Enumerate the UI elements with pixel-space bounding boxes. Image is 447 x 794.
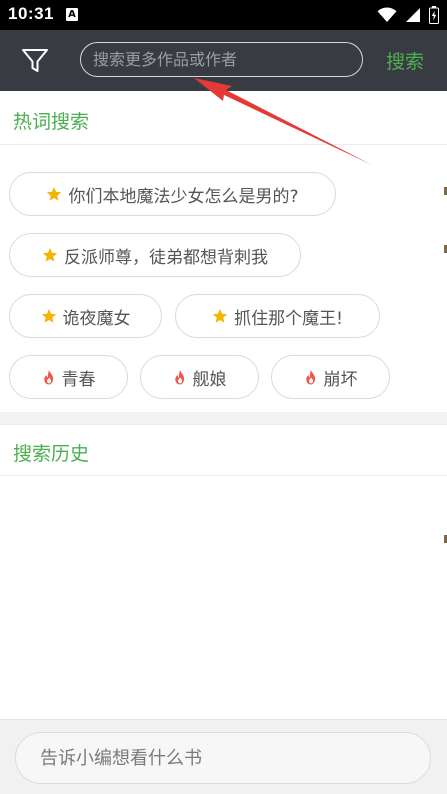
signal-icon: [406, 8, 420, 22]
search-history-header: 搜索历史: [0, 424, 447, 476]
hot-tag-label: 诡夜魔女: [62, 308, 131, 329]
a-notification-icon: A: [66, 8, 78, 21]
hot-tag-label: 你们本地魔法少女怎么是男的?: [68, 186, 299, 207]
hot-tag[interactable]: 诡夜魔女: [9, 294, 162, 338]
fire-icon: [305, 369, 315, 384]
star-icon: [42, 248, 58, 262]
fire-icon: [43, 369, 53, 384]
status-icons: [377, 6, 439, 24]
status-bar: 10:31 A: [0, 0, 447, 30]
hot-tag-label: 舰娘: [192, 369, 227, 390]
hot-tag-label: 崩坏: [323, 369, 358, 390]
hot-tag-label: 反派师尊，徒弟都想背刺我: [64, 247, 268, 268]
battery-icon: [429, 6, 439, 24]
hot-tag[interactable]: 反派师尊，徒弟都想背刺我: [9, 233, 301, 277]
star-icon: [47, 187, 62, 201]
hot-tag[interactable]: 你们本地魔法少女怎么是男的?: [9, 172, 336, 216]
star-icon: [41, 309, 56, 323]
hot-tag[interactable]: 抓住那个魔王!: [175, 294, 380, 338]
hot-search-title: 热词搜索: [13, 111, 90, 133]
book-request-input[interactable]: [40, 733, 410, 783]
status-time: 10:31: [8, 4, 54, 23]
fire-icon: [174, 369, 184, 384]
hot-tag[interactable]: 舰娘: [140, 355, 259, 399]
hot-search-tags: 你们本地魔法少女怎么是男的? 反派师尊，徒弟都想背刺我 诡夜魔女 抓住那个魔王!…: [0, 145, 447, 412]
search-button[interactable]: 搜索: [386, 47, 424, 74]
search-history-list: [0, 476, 447, 719]
book-request-bar: [0, 719, 447, 794]
filter-icon[interactable]: [20, 46, 50, 76]
wifi-icon: [377, 7, 397, 23]
search-history-title: 搜索历史: [13, 443, 90, 465]
hot-tag-label: 抓住那个魔王!: [234, 308, 343, 329]
hot-tag-label: 青春: [61, 369, 96, 390]
search-input[interactable]: [93, 43, 348, 75]
hot-search-header: 热词搜索: [0, 93, 447, 145]
hot-tag[interactable]: 崩坏: [271, 355, 390, 399]
book-request-box[interactable]: [15, 732, 431, 784]
hot-tag[interactable]: 青春: [9, 355, 128, 399]
star-icon: [212, 309, 228, 323]
search-toolbar: 搜索: [0, 30, 447, 91]
section-divider: [0, 412, 447, 424]
search-box[interactable]: [80, 42, 363, 77]
